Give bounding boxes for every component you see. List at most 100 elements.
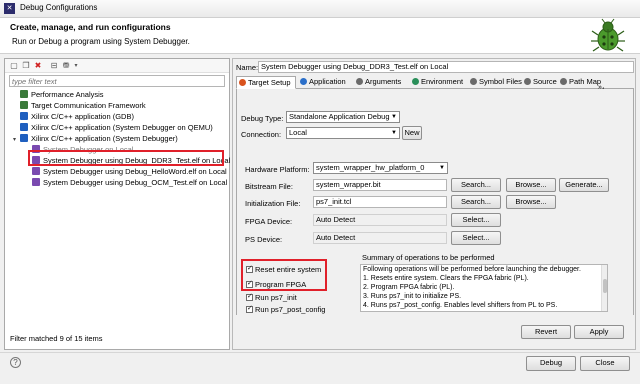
tab-label: Target Setup [248, 78, 291, 87]
tab-application[interactable]: Application [298, 76, 352, 89]
checkbox-checked-icon [246, 304, 253, 313]
config-icon [32, 178, 40, 186]
debug-bug-icon [591, 18, 625, 52]
bitstream-browse-button[interactable]: Browse... [506, 178, 556, 192]
summary-line: 1. Resets entire system. Clears the FPGA… [363, 275, 529, 282]
checkbox-checked-icon [246, 292, 253, 301]
tree-item[interactable]: Target Communication Framework [13, 100, 146, 111]
run-ps7-post-config-checkbox[interactable]: Run ps7_post_config [246, 304, 326, 314]
configuration-tree-pane: ▢ ❐ ✖ ⊟ ⛃ ▾ Performance Analysis Target C… [4, 58, 230, 350]
filter-menu-chevron-down-icon[interactable]: ▾ [71, 61, 81, 71]
connection-value: Local [289, 128, 307, 137]
summary-title: Summary of operations to be performed [362, 253, 495, 262]
c-app-icon [20, 134, 28, 142]
tree-item-label: Xilinx C/C++ application (GDB) [31, 112, 134, 121]
tree-item-label: Xilinx C/C++ application (System Debugge… [31, 123, 213, 132]
chevron-down-icon: ▼ [391, 114, 397, 120]
init-file-label: Initialization File: [245, 199, 301, 208]
performance-icon [20, 90, 28, 98]
ps-select-button[interactable]: Select... [451, 231, 501, 245]
bitstream-label: Bitstream File: [245, 182, 293, 191]
environment-icon [412, 78, 419, 85]
chevron-down-icon: ▼ [391, 130, 397, 136]
fpga-device-field: Auto Detect [313, 214, 447, 226]
window-title: Debug Configurations [20, 3, 98, 12]
fpga-select-button[interactable]: Select... [451, 213, 501, 227]
hw-platform-select[interactable]: system_wrapper_hw_platform_0 ▼ [313, 162, 448, 174]
bitstream-search-button[interactable]: Search... [451, 178, 501, 192]
connection-select[interactable]: Local ▼ [286, 127, 400, 139]
summary-line: Following operations will be performed b… [363, 266, 581, 273]
apply-button[interactable]: Apply [574, 325, 624, 339]
expand-chevron-icon[interactable]: ▾ [13, 135, 20, 146]
ps-device-field: Auto Detect [313, 232, 447, 244]
tab-label: Symbol Files [479, 77, 522, 86]
tab-source[interactable]: Source [522, 76, 558, 89]
c-app-icon [20, 123, 28, 131]
tab-environment[interactable]: Environment [410, 76, 468, 89]
init-browse-button[interactable]: Browse... [506, 195, 556, 209]
name-label: Name: [236, 63, 259, 72]
tree-item[interactable]: Performance Analysis [13, 89, 104, 100]
scrollbar-thumb[interactable] [603, 279, 607, 293]
summary-line: 3. Runs ps7_init to initialize PS. [363, 293, 462, 300]
tab-label: Environment [421, 77, 464, 86]
tab-symbol-files[interactable]: Symbol Files [468, 76, 522, 89]
tree-item-label: Performance Analysis [31, 90, 104, 99]
delete-icon[interactable]: ✖ [33, 61, 43, 71]
tree-item-label: System Debugger using Debug_HelloWord.el… [43, 167, 227, 176]
target-setup-icon [239, 79, 246, 86]
debug-button[interactable]: Debug [526, 356, 576, 371]
bitstream-field[interactable]: system_wrapper.bit [313, 179, 447, 191]
help-icon[interactable]: ? [10, 357, 21, 368]
left-toolbar: ▢ ❐ ✖ ⊟ ⛃ ▾ [5, 59, 229, 73]
run-ps7-init-checkbox[interactable]: Run ps7_init [246, 292, 297, 302]
filter-icon[interactable]: ⛃ [61, 61, 71, 71]
tree-item-label: Target Communication Framework [31, 101, 146, 110]
config-icon [32, 167, 40, 175]
summary-line: 4. Runs ps7_post_config. Enables level s… [363, 302, 558, 309]
duplicate-icon[interactable]: ❐ [21, 61, 31, 71]
header-subtitle: Run or Debug a program using System Debu… [12, 37, 190, 46]
tree-item[interactable]: System Debugger using Debug_OCM_Test.elf… [25, 177, 227, 188]
tree-item[interactable]: System Debugger using Debug_HelloWord.el… [25, 166, 227, 177]
revert-button[interactable]: Revert [521, 325, 571, 339]
header-title: Create, manage, and run configurations [10, 22, 171, 32]
highlight-checkboxes [241, 259, 327, 291]
tree-item[interactable]: Xilinx C/C++ application (GDB) [13, 111, 134, 122]
dialog-header: Create, manage, and run configurations R… [0, 18, 640, 54]
application-icon [300, 78, 307, 85]
chevron-down-icon: ▼ [439, 165, 445, 171]
tab-label: Application [309, 77, 346, 86]
connection-label: Connection: [241, 130, 282, 139]
init-search-button[interactable]: Search... [451, 195, 501, 209]
checkbox-label: Run ps7_post_config [255, 305, 326, 314]
init-file-field[interactable]: ps7_init.tcl [313, 196, 447, 208]
tree-item[interactable]: Xilinx C/C++ application (System Debugge… [13, 122, 213, 133]
tab-target-setup[interactable]: Target Setup [236, 76, 296, 89]
hw-platform-label: Hardware Platform: [245, 165, 310, 174]
window-titlebar: ✕ Debug Configurations [0, 0, 640, 18]
config-name-field[interactable]: System Debugger using Debug_DDR3_Test.el… [258, 61, 634, 73]
tab-label: Arguments [365, 77, 402, 86]
debug-type-select[interactable]: Standalone Application Debug ▼ [286, 111, 400, 123]
arguments-icon [356, 78, 363, 85]
tree-item[interactable]: ▾ Xilinx C/C++ application (System Debugg… [13, 133, 178, 144]
generate-button[interactable]: Generate... [559, 178, 609, 192]
debug-type-value: Standalone Application Debug [289, 112, 390, 121]
tab-label: Source [533, 77, 557, 86]
hw-platform-value: system_wrapper_hw_platform_0 [316, 163, 425, 172]
highlight-selected-config [28, 150, 224, 166]
c-app-icon [20, 112, 28, 120]
collapse-all-icon[interactable]: ⊟ [49, 61, 59, 71]
close-button[interactable]: Close [580, 356, 630, 371]
app-icon: ✕ [4, 3, 15, 14]
tree-item-label: System Debugger using Debug_OCM_Test.elf… [43, 178, 228, 187]
tab-arguments[interactable]: Arguments [354, 76, 408, 89]
checkbox-label: Run ps7_init [255, 293, 297, 302]
summary-scrollbar[interactable] [601, 265, 607, 311]
new-connection-button[interactable]: New [402, 126, 422, 140]
fpga-device-label: FPGA Device: [245, 217, 293, 226]
new-config-icon[interactable]: ▢ [9, 61, 19, 71]
filter-input[interactable] [9, 75, 225, 87]
